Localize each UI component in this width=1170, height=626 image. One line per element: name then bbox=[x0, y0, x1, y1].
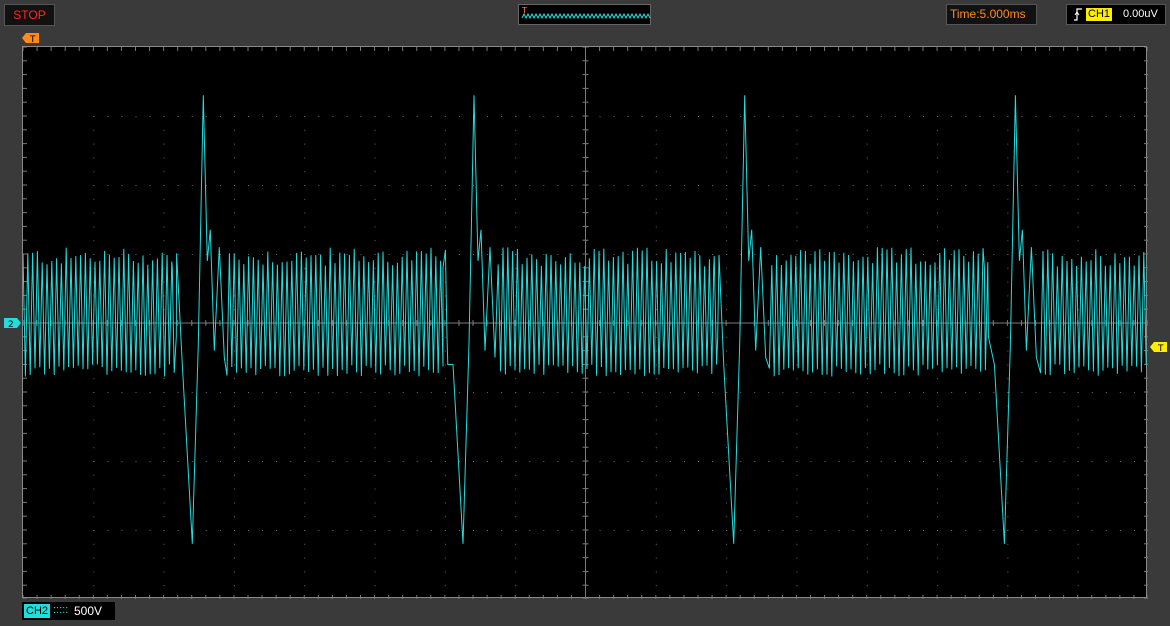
svg-text:T: T bbox=[29, 35, 36, 44]
ch2-trace bbox=[23, 95, 1147, 544]
overview-trigger-marker: T bbox=[521, 6, 527, 15]
timebase-readout[interactable]: Time:5.000ms bbox=[946, 4, 1037, 25]
coupling-icon: ::::: bbox=[53, 604, 69, 616]
svg-text:T: T bbox=[1157, 344, 1164, 353]
svg-text:2: 2 bbox=[8, 320, 14, 329]
overview-trace: T bbox=[521, 6, 651, 20]
trigger-level-marker[interactable]: T bbox=[1150, 341, 1168, 353]
trigger-level-value: 0.00uV bbox=[1123, 8, 1158, 20]
trigger-readout[interactable]: CH1 0.00uV bbox=[1066, 4, 1166, 25]
ch2-badge: CH2 bbox=[24, 604, 51, 618]
volts-per-div: 500V bbox=[74, 604, 103, 618]
waveform-plot bbox=[23, 47, 1148, 599]
channel-readout[interactable]: CH2 ::::: 500V bbox=[22, 602, 115, 620]
rising-edge-icon bbox=[1074, 8, 1082, 21]
trigger-position-marker[interactable]: T bbox=[22, 32, 40, 44]
trigger-source-badge: CH1 bbox=[1086, 8, 1113, 21]
waveform-overview[interactable]: T bbox=[518, 4, 651, 25]
run-stop-button[interactable]: STOP bbox=[4, 4, 55, 26]
ch2-ground-marker[interactable]: 2 bbox=[4, 317, 22, 329]
oscilloscope-screen[interactable] bbox=[22, 46, 1148, 599]
top-toolbar: STOP T Time:5.000ms CH1 0.00uV bbox=[0, 0, 1170, 30]
